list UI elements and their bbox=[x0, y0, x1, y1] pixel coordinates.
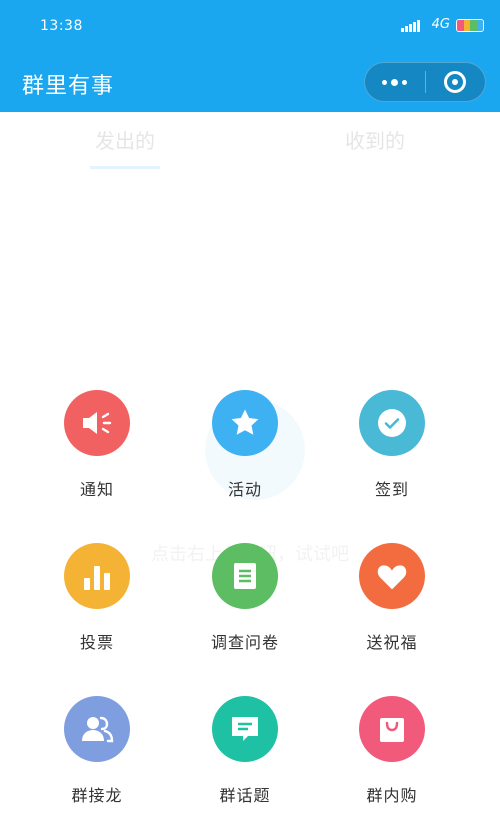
battery-icon bbox=[456, 19, 484, 32]
top-bar: 13:38 4G 群里有事 bbox=[0, 0, 500, 112]
bar-chart-icon bbox=[64, 543, 130, 609]
page-title: 群里有事 bbox=[22, 74, 115, 99]
users-icon bbox=[64, 696, 130, 762]
tab-underline bbox=[90, 166, 160, 169]
menu-item-label: 活动 bbox=[227, 480, 262, 499]
more-dot-icon bbox=[391, 78, 399, 86]
more-button[interactable] bbox=[365, 63, 425, 101]
mini-program-capsule bbox=[364, 62, 486, 102]
menu-item-group-purchase[interactable]: 群内购 bbox=[322, 696, 462, 806]
menu-item-checkin[interactable]: 签到 bbox=[322, 390, 462, 500]
network-type: 4G bbox=[431, 17, 450, 32]
status-bar: 13:38 4G bbox=[0, 0, 500, 52]
document-icon bbox=[212, 543, 278, 609]
menu-item-label: 群接龙 bbox=[71, 786, 123, 805]
shopping-bag-icon bbox=[359, 696, 425, 762]
chat-icon bbox=[212, 696, 278, 762]
close-target-icon bbox=[444, 71, 467, 93]
close-button[interactable] bbox=[425, 63, 485, 101]
nav-header: 群里有事 bbox=[0, 52, 500, 112]
menu-item-label: 群话题 bbox=[219, 786, 271, 805]
more-dot-icon bbox=[402, 79, 408, 85]
heart-icon bbox=[359, 543, 425, 609]
signal-icon bbox=[401, 18, 420, 32]
menu-item-label: 调查问卷 bbox=[210, 633, 279, 652]
menu-item-label: 群内购 bbox=[366, 786, 418, 805]
menu-item-blessing[interactable]: 送祝福 bbox=[322, 543, 462, 653]
menu-item-label: 投票 bbox=[79, 633, 114, 652]
menu-item-label: 通知 bbox=[79, 480, 114, 499]
tab-received[interactable]: 收到的 bbox=[250, 112, 500, 182]
menu-item-group-relay[interactable]: 群接龙 bbox=[27, 696, 167, 806]
tab-label: 发出的 bbox=[95, 129, 155, 153]
menu-item-survey[interactable]: 调查问卷 bbox=[175, 543, 315, 653]
status-time: 13:38 bbox=[40, 18, 83, 34]
menu-item-label: 签到 bbox=[374, 480, 409, 499]
megaphone-icon bbox=[64, 390, 130, 456]
tab-bar: 发出的 收到的 bbox=[0, 112, 500, 182]
check-icon bbox=[359, 390, 425, 456]
tab-underline bbox=[340, 166, 410, 169]
menu-item-activity[interactable]: 活动 bbox=[175, 390, 315, 500]
menu-item-vote[interactable]: 投票 bbox=[27, 543, 167, 653]
star-icon bbox=[212, 390, 278, 456]
menu-item-group-topic[interactable]: 群话题 bbox=[175, 696, 315, 806]
menu-item-notice[interactable]: 通知 bbox=[27, 390, 167, 500]
menu-item-label: 送祝福 bbox=[366, 633, 418, 652]
more-dot-icon bbox=[382, 79, 388, 85]
tab-sent[interactable]: 发出的 bbox=[0, 112, 250, 182]
tab-label: 收到的 bbox=[345, 129, 405, 153]
